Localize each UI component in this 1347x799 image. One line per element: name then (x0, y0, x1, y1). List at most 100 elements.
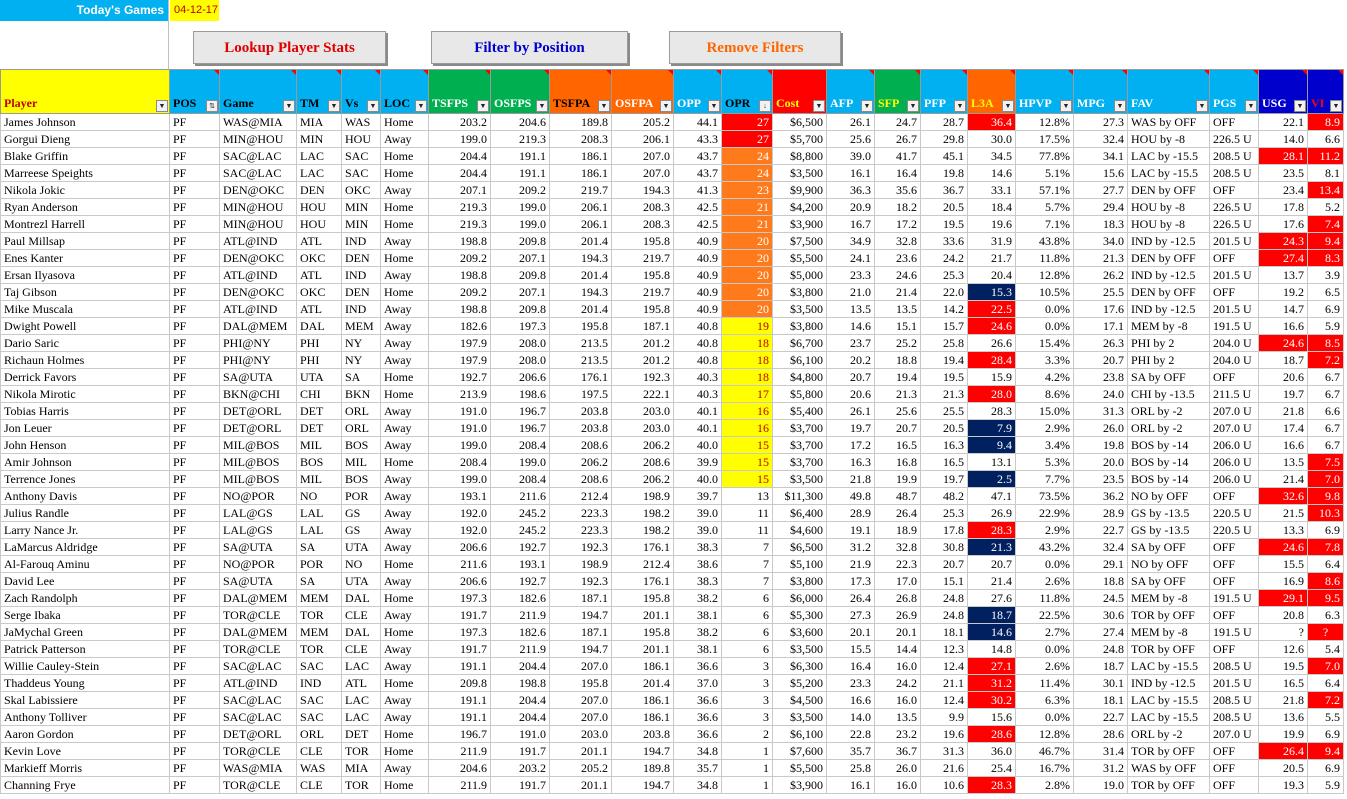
cell-afp[interactable]: 16.3 (826, 453, 875, 471)
cell-opr[interactable]: 16 (721, 419, 773, 437)
cell-opr[interactable]: 13 (721, 487, 773, 505)
cell-usg[interactable]: 24.6 (1258, 334, 1308, 352)
cell-l3a[interactable]: 28.6 (967, 725, 1016, 743)
cell-opp[interactable]: 38.6 (673, 555, 722, 573)
cell-cost[interactable]: $5,500 (772, 249, 827, 267)
cell-opp[interactable]: 43.7 (673, 164, 722, 182)
cell-opr[interactable]: 20 (721, 283, 773, 301)
cell-opp[interactable]: 35.7 (673, 759, 722, 777)
cell-cost[interactable]: $6,000 (772, 589, 827, 607)
cell-osfpa[interactable]: 195.8 (611, 589, 674, 607)
cell-osfpa[interactable]: 222.1 (611, 385, 674, 403)
cell-sfp[interactable]: 25.2 (874, 334, 921, 352)
cell-osfpa[interactable]: 198.2 (611, 504, 674, 522)
table-row[interactable]: Zach Randolph PF DAL@MEM MEM DAL Home 197.3 182… (0, 589, 1344, 607)
cell-osfpa[interactable]: 187.1 (611, 317, 674, 335)
cell-hpvp[interactable]: 12.8% (1015, 266, 1074, 284)
table-row[interactable]: Serge Ibaka PF TOR@CLE TOR CLE Away 191.7 211.9… (0, 606, 1344, 624)
cell-pos[interactable]: PF (169, 674, 220, 692)
cell-vs[interactable]: NY (341, 334, 381, 352)
cell-osfpa[interactable]: 206.2 (611, 470, 674, 488)
cell-tm[interactable]: HOU (296, 198, 342, 216)
cell-afp[interactable]: 16.7 (826, 215, 875, 233)
cell-opr[interactable]: 2 (721, 725, 773, 743)
cell-opp[interactable]: 40.9 (673, 300, 722, 318)
cell-osfps[interactable]: 199.0 (490, 198, 550, 216)
cell-mpg[interactable]: 26.0 (1073, 419, 1128, 437)
cell-pos[interactable]: PF (169, 589, 220, 607)
cell-cost[interactable]: $5,300 (772, 606, 827, 624)
cell-tsfpa[interactable]: 203.8 (549, 419, 612, 437)
cell-tsfps[interactable]: 182.6 (428, 317, 491, 335)
cell-osfpa[interactable]: 219.7 (611, 249, 674, 267)
cell-pgs[interactable]: 204.0 U (1209, 351, 1259, 369)
cell-vi[interactable]: 10.3 (1307, 504, 1344, 522)
cell-osfpa[interactable]: 195.8 (611, 623, 674, 641)
cell-opr[interactable]: 15 (721, 470, 773, 488)
cell-loc[interactable]: Away (380, 232, 429, 250)
cell-usg[interactable]: 14.0 (1258, 130, 1308, 148)
cell-opp[interactable]: 38.2 (673, 589, 722, 607)
cell-pos[interactable]: PF (169, 283, 220, 301)
filter-dropdown-icon[interactable]: ▼ (708, 100, 720, 112)
filter-dropdown-icon[interactable]: ▼ (1245, 100, 1257, 112)
cell-vi[interactable]: 7.8 (1307, 538, 1344, 556)
cell-sfp[interactable]: 16.5 (874, 436, 921, 454)
cell-l3a[interactable]: 21.4 (967, 572, 1016, 590)
cell-fav[interactable]: ORL by -2 (1127, 419, 1210, 437)
cell-sfp[interactable]: 48.7 (874, 487, 921, 505)
cell-loc[interactable]: Away (380, 708, 429, 726)
cell-mpg[interactable]: 15.6 (1073, 164, 1128, 182)
cell-mpg[interactable]: 17.6 (1073, 300, 1128, 318)
cell-loc[interactable]: Away (380, 266, 429, 284)
cell-osfpa[interactable]: 201.1 (611, 640, 674, 658)
cell-pgs[interactable]: 201.5 U (1209, 266, 1259, 284)
cell-mpg[interactable]: 24.8 (1073, 640, 1128, 658)
cell-mpg[interactable]: 24.0 (1073, 385, 1128, 403)
cell-tm[interactable]: HOU (296, 215, 342, 233)
cell-tm[interactable]: DET (296, 419, 342, 437)
cell-pfp[interactable]: 28.7 (920, 113, 968, 131)
cell-tm[interactable]: WAS (296, 759, 342, 777)
cell-vi[interactable]: 9.4 (1307, 742, 1344, 760)
cell-tm[interactable]: CLE (296, 742, 342, 760)
cell-usg[interactable]: 19.3 (1258, 776, 1308, 794)
cell-player[interactable]: Larry Nance Jr. (0, 521, 170, 539)
cell-cost[interactable]: $3,700 (772, 436, 827, 454)
cell-opr[interactable]: 7 (721, 572, 773, 590)
cell-pfp[interactable]: 24.8 (920, 589, 968, 607)
cell-sfp[interactable]: 17.2 (874, 215, 921, 233)
cell-osfpa[interactable]: 195.8 (611, 232, 674, 250)
column-header-vi[interactable]: VI ▼ (1307, 69, 1344, 114)
cell-vs[interactable]: CLE (341, 640, 381, 658)
cell-l3a[interactable]: 15.6 (967, 708, 1016, 726)
cell-mpg[interactable]: 34.1 (1073, 147, 1128, 165)
cell-vi[interactable]: 5.2 (1307, 198, 1344, 216)
cell-tsfpa[interactable]: 208.6 (549, 436, 612, 454)
cell-l3a[interactable]: 21.3 (967, 538, 1016, 556)
filter-dropdown-icon[interactable]: ▼ (328, 100, 340, 112)
cell-tsfps[interactable]: 204.6 (428, 759, 491, 777)
table-row[interactable]: Nikola Jokic PF DEN@OKC DEN OKC Away 207.1 209.… (0, 181, 1344, 199)
cell-usg[interactable]: 13.5 (1258, 453, 1308, 471)
cell-sfp[interactable]: 20.1 (874, 623, 921, 641)
column-header-osfpa[interactable]: OSFPA ▼ (611, 69, 674, 114)
cell-tm[interactable]: TOR (296, 606, 342, 624)
cell-opp[interactable]: 39.0 (673, 504, 722, 522)
cell-pos[interactable]: PF (169, 436, 220, 454)
cell-tm[interactable]: LAC (296, 164, 342, 182)
cell-vs[interactable]: POR (341, 487, 381, 505)
cell-player[interactable]: Amir Johnson (0, 453, 170, 471)
cell-osfpa[interactable]: 203.0 (611, 402, 674, 420)
cell-vs[interactable]: IND (341, 266, 381, 284)
cell-vs[interactable]: DET (341, 725, 381, 743)
cell-game[interactable]: ATL@IND (219, 266, 297, 284)
cell-tsfps[interactable]: 199.0 (428, 130, 491, 148)
table-row[interactable]: Taj Gibson PF DEN@OKC OKC DEN Home 209.2 207.1 1… (0, 283, 1344, 301)
cell-afp[interactable]: 34.9 (826, 232, 875, 250)
cell-sfp[interactable]: 16.0 (874, 691, 921, 709)
cell-pgs[interactable]: 206.0 U (1209, 470, 1259, 488)
cell-pgs[interactable]: OFF (1209, 742, 1259, 760)
cell-cost[interactable]: $5,500 (772, 759, 827, 777)
cell-sfp[interactable]: 15.1 (874, 317, 921, 335)
